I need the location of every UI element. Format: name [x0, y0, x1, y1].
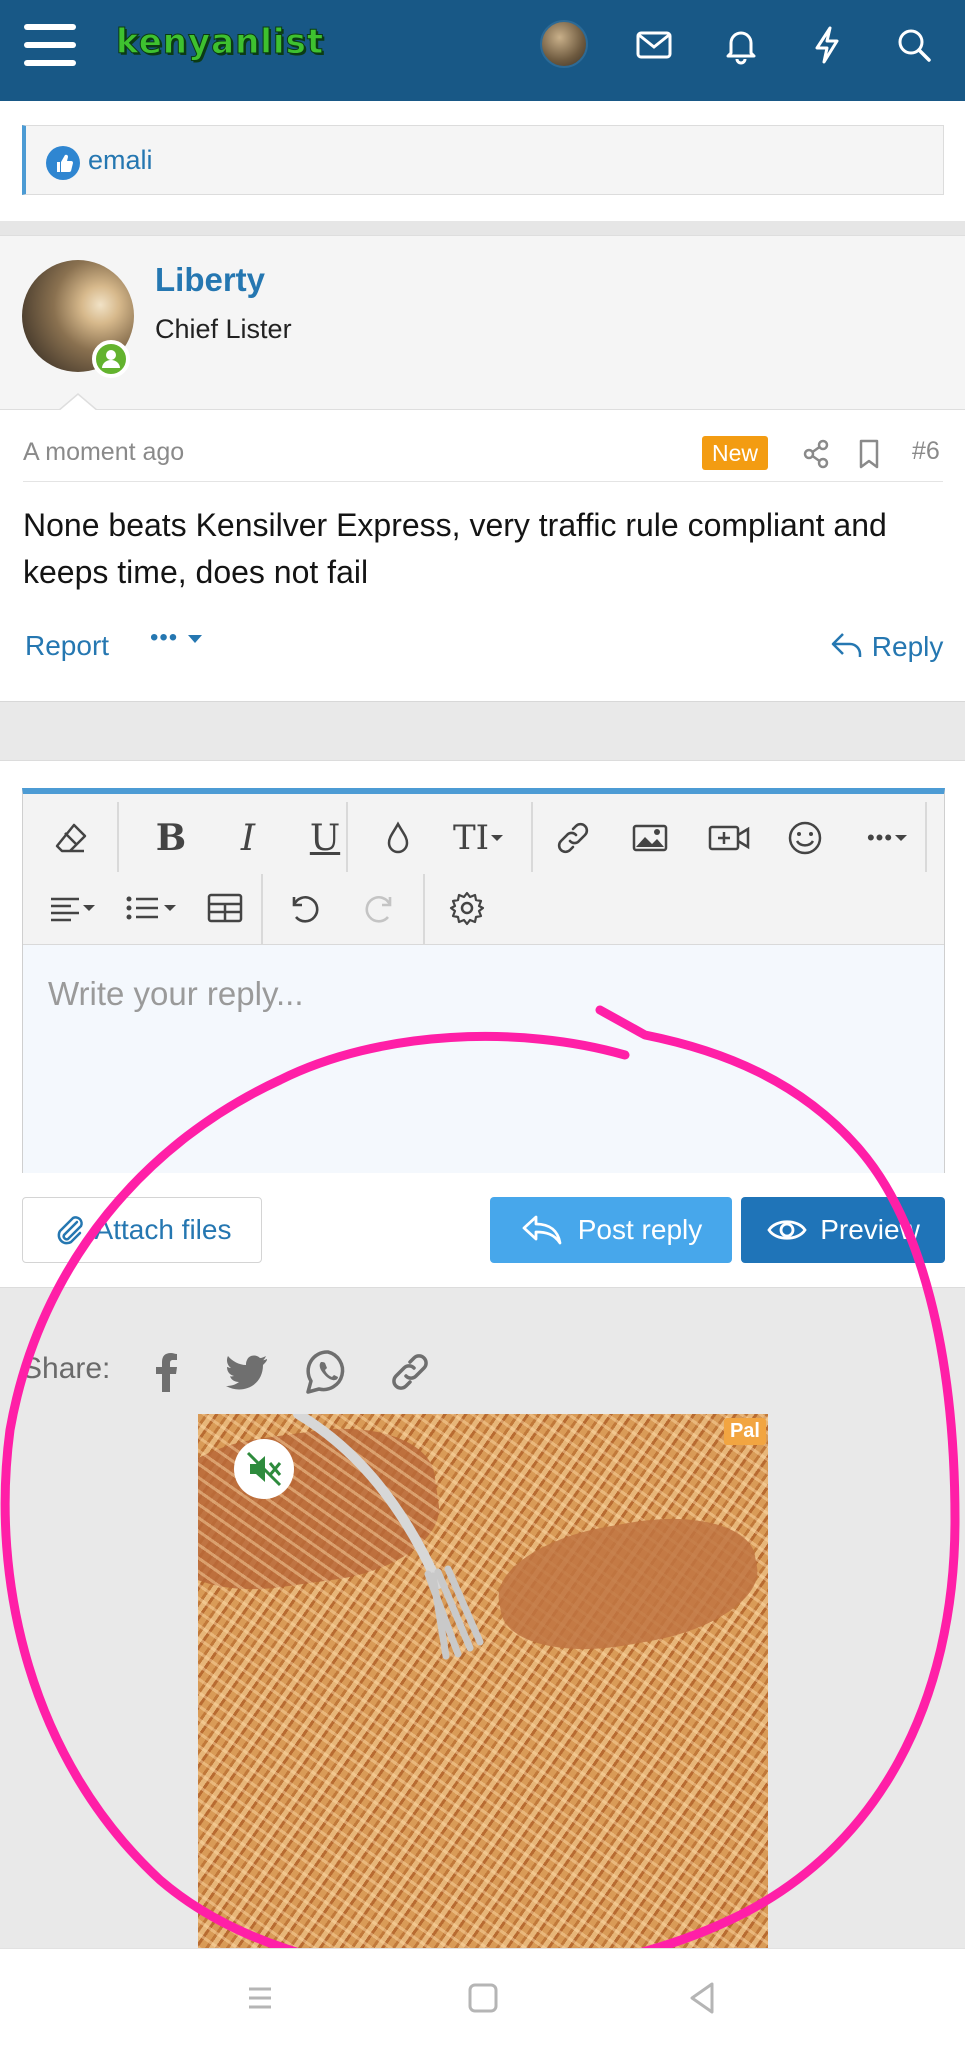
post-time[interactable]: A moment ago: [23, 438, 184, 467]
post-number[interactable]: #6: [912, 437, 940, 466]
user-title: Chief Lister: [155, 314, 292, 344]
top-navigation-bar: kenyanlist: [0, 0, 965, 101]
search-icon[interactable]: [893, 24, 935, 66]
reply-button[interactable]: Reply: [830, 630, 943, 663]
toolbar-divider: [925, 802, 927, 872]
insert-video-icon[interactable]: [699, 808, 759, 868]
back-icon[interactable]: [678, 1973, 728, 2023]
reaction-user-link[interactable]: emali: [88, 145, 153, 176]
quick-reply-panel: B I U TI ••• Write your reply... Attach …: [0, 760, 965, 1288]
text-size-button[interactable]: TI: [439, 808, 519, 868]
insert-image-icon[interactable]: [620, 808, 680, 868]
video-ad[interactable]: Pal: [198, 1414, 768, 1949]
thumbs-up-icon: [46, 146, 80, 180]
undo-icon[interactable]: [273, 878, 333, 938]
redo-icon[interactable]: [351, 878, 411, 938]
share-icon[interactable]: [800, 438, 832, 470]
preview-button[interactable]: Preview: [741, 1197, 945, 1263]
reply-icon: [831, 633, 862, 657]
post-reply-label: Post reply: [577, 1214, 703, 1245]
post-user-info: Liberty Chief Lister: [0, 235, 965, 410]
bold-button[interactable]: B: [141, 808, 201, 868]
more-options-label: •••: [150, 624, 179, 651]
emoji-icon[interactable]: [775, 808, 835, 868]
site-logo[interactable]: kenyanlist: [115, 22, 324, 63]
report-link[interactable]: Report: [25, 630, 109, 662]
username[interactable]: Liberty: [155, 261, 265, 299]
fork-image: [293, 1414, 484, 1660]
account-avatar[interactable]: [540, 20, 588, 68]
table-icon[interactable]: [195, 878, 255, 938]
divider: [23, 481, 943, 482]
mute-toggle[interactable]: [234, 1439, 294, 1499]
reactions-bar[interactable]: emali: [22, 125, 944, 195]
lightning-icon[interactable]: [806, 24, 848, 66]
post-body: None beats Kensilver Express, very traff…: [23, 507, 887, 590]
twitter-icon[interactable]: [222, 1347, 272, 1397]
new-badge: New: [702, 436, 769, 470]
post-reply-button[interactable]: Post reply: [490, 1197, 732, 1263]
more-toolbar-button[interactable]: •••: [853, 808, 923, 868]
online-status-icon: [92, 340, 130, 378]
speaker-muted-icon: [246, 1451, 282, 1487]
attach-files-label: Attach files: [94, 1214, 232, 1245]
italic-button[interactable]: I: [218, 808, 278, 868]
callout-arrow: [58, 393, 98, 412]
settings-gear-icon[interactable]: [437, 878, 497, 938]
toolbar-divider: [346, 802, 348, 872]
divider: [0, 221, 965, 235]
bookmark-icon[interactable]: [854, 437, 884, 471]
preview-label: Preview: [820, 1214, 920, 1245]
editor-toolbar: B I U TI •••: [23, 794, 944, 944]
reply-arrow-icon: [522, 1215, 562, 1245]
copy-link-icon[interactable]: [385, 1347, 435, 1397]
toolbar-divider: [261, 874, 263, 944]
facebook-icon[interactable]: [142, 1347, 192, 1397]
toolbar-divider: [423, 874, 425, 944]
menu-icon[interactable]: [24, 24, 76, 66]
eye-icon: [767, 1220, 807, 1240]
recent-apps-icon[interactable]: [235, 1973, 285, 2023]
reply-label: Reply: [871, 631, 944, 662]
reply-textarea[interactable]: Write your reply...: [23, 944, 944, 1173]
home-icon[interactable]: [458, 1973, 508, 2023]
reply-placeholder: Write your reply...: [48, 975, 304, 1012]
post-message: A moment ago New #6 None beats Kensilver…: [0, 410, 965, 702]
caret-down-icon: [187, 635, 202, 643]
toolbar-divider: [531, 802, 533, 872]
insert-link-icon[interactable]: [543, 808, 603, 868]
whatsapp-icon[interactable]: [303, 1347, 353, 1397]
share-label: Share:: [22, 1352, 111, 1385]
clear-formatting-icon[interactable]: [41, 808, 101, 868]
mail-icon[interactable]: [633, 24, 675, 66]
align-button[interactable]: [37, 878, 107, 938]
more-options-button[interactable]: •••: [150, 624, 204, 652]
rich-text-editor: B I U TI ••• Write your reply...: [22, 788, 945, 1173]
text-color-icon[interactable]: [368, 808, 428, 868]
ad-badge: Pal: [723, 1418, 766, 1445]
toolbar-divider: [117, 802, 119, 872]
attach-files-button[interactable]: Attach files: [22, 1197, 262, 1263]
paperclip-icon: [57, 1216, 83, 1245]
system-navigation-bar: [0, 1948, 965, 2045]
list-button[interactable]: [117, 878, 187, 938]
bell-icon[interactable]: [720, 24, 762, 66]
